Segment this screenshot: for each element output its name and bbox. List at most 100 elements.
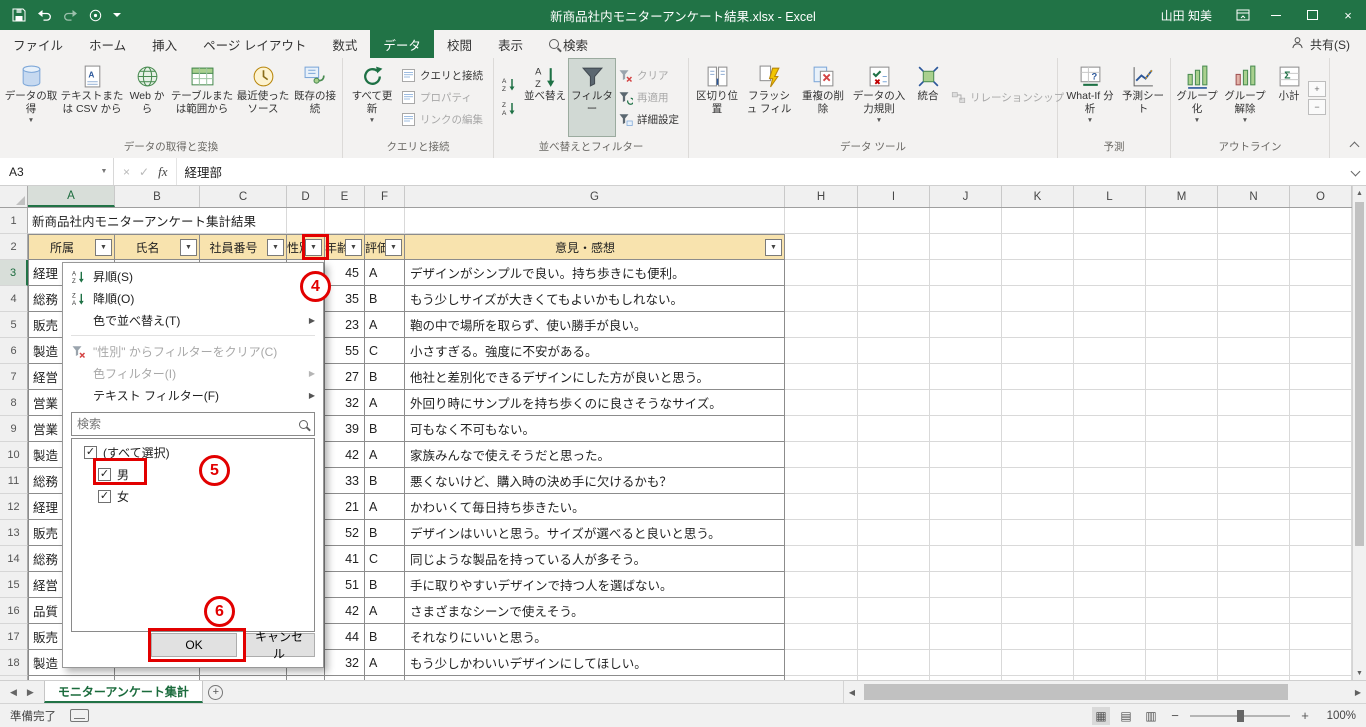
sort-button[interactable]: A Z 並べ替え [521,59,569,136]
cell-G18[interactable]: もう少しかわいいデザインにしてほしい。 [405,650,785,676]
tab-ホーム[interactable]: ホーム [76,30,139,58]
cell-G10[interactable]: 家族みんなで使えそうだと思った。 [405,442,785,468]
cell-F13[interactable]: B [365,520,405,546]
cell-H14[interactable] [785,546,858,572]
filter-dropdown-button-B[interactable]: ▼ [180,238,197,256]
cell-M3[interactable] [1146,260,1218,286]
cell-N6[interactable] [1218,338,1290,364]
enter-entry-icon[interactable]: ✓ [139,165,149,179]
cell-I2[interactable] [858,234,930,260]
cell-K3[interactable] [1002,260,1074,286]
cell-O14[interactable] [1290,546,1352,572]
cell-M7[interactable] [1146,364,1218,390]
cell-O4[interactable] [1290,286,1352,312]
filter-dropdown-button-E[interactable]: ▼ [345,238,362,256]
cell-L18[interactable] [1074,650,1146,676]
column-header-L[interactable]: L [1074,186,1146,207]
row-header-2[interactable]: 2 [0,234,28,260]
filter-dropdown-button-F[interactable]: ▼ [385,238,402,256]
cell-A1[interactable]: 新商品社内モニターアンケート集計結果 [28,208,287,234]
flash-fill-button[interactable]: フラッシュ フィル [742,59,796,136]
reapply-button[interactable]: 再適用 [615,87,685,108]
cell-F15[interactable]: B [365,572,405,598]
cell-F9[interactable]: B [365,416,405,442]
column-header-D[interactable]: D [287,186,325,207]
row-header-17[interactable]: 17 [0,624,28,650]
cell-L7[interactable] [1074,364,1146,390]
cell-K11[interactable] [1002,468,1074,494]
cell-J3[interactable] [930,260,1002,286]
cell-H16[interactable] [785,598,858,624]
filter-button[interactable]: フィルター [568,58,616,137]
cell-I4[interactable] [858,286,930,312]
cell-I6[interactable] [858,338,930,364]
cell-O12[interactable] [1290,494,1352,520]
page-break-view-button[interactable]: ▥ [1142,707,1160,725]
cell-H5[interactable] [785,312,858,338]
cell-F16[interactable]: A [365,598,405,624]
share-button[interactable]: 共有(S) [1275,30,1366,58]
recent-sources-button[interactable]: 最近使ったソース [235,59,291,136]
refresh-all-button[interactable]: すべて更新 ▼ [346,59,398,136]
cell-M15[interactable] [1146,572,1218,598]
menu-sort-descending[interactable]: Z A 降順(O) [63,287,323,309]
cell-K4[interactable] [1002,286,1074,312]
undo-icon[interactable] [37,9,52,21]
cell-J13[interactable] [930,520,1002,546]
cell-J10[interactable] [930,442,1002,468]
cell-K14[interactable] [1002,546,1074,572]
cell-H10[interactable] [785,442,858,468]
cell-F17[interactable]: B [365,624,405,650]
cell-N10[interactable] [1218,442,1290,468]
row-header-16[interactable]: 16 [0,598,28,624]
search-icon[interactable] [292,413,314,435]
cell-E14[interactable]: 41 [325,546,365,572]
name-box-dropdown-icon[interactable]: ▼ [95,158,114,185]
cell-M4[interactable] [1146,286,1218,312]
column-header-N[interactable]: N [1218,186,1290,207]
advanced-filter-button[interactable]: 詳細設定 [615,109,685,130]
menu-sort-by-color[interactable]: 色で並べ替え(T) ▶ [63,309,323,331]
from-web-button[interactable]: Web から [125,59,169,136]
cell-F1[interactable] [365,208,405,234]
cell-I18[interactable] [858,650,930,676]
cell-F7[interactable]: B [365,364,405,390]
cell-L4[interactable] [1074,286,1146,312]
maximize-button[interactable] [1294,0,1330,30]
zoom-slider-thumb[interactable] [1237,709,1244,722]
cell-I10[interactable] [858,442,930,468]
cell-D1[interactable] [287,208,325,234]
vertical-scrollbar[interactable]: ▲ ▼ [1352,186,1366,680]
normal-view-button[interactable]: ▦ [1092,706,1110,725]
user-name[interactable]: 山田 知美 [1161,7,1212,24]
cell-G7[interactable]: 他社と差別化できるデザインにした方が良いと思う。 [405,364,785,390]
row-header-15[interactable]: 15 [0,572,28,598]
cell-N5[interactable] [1218,312,1290,338]
cell-M2[interactable] [1146,234,1218,260]
cell-G14[interactable]: 同じような製品を持っている人が多そう。 [405,546,785,572]
cell-M6[interactable] [1146,338,1218,364]
cell-N14[interactable] [1218,546,1290,572]
cell-H17[interactable] [785,624,858,650]
cell-M16[interactable] [1146,598,1218,624]
cell-M18[interactable] [1146,650,1218,676]
formula-bar-value[interactable]: 経理部 [177,158,1344,185]
cell-M8[interactable] [1146,390,1218,416]
sort-descending-button[interactable]: ZA [498,99,520,121]
column-header-A[interactable]: A [28,186,115,207]
cell-O1[interactable] [1290,208,1352,234]
filter-dropdown-button-G[interactable]: ▼ [765,238,782,256]
forecast-sheet-button[interactable]: 予測シート [1119,59,1167,136]
cell-G16[interactable]: さまざまなシーンで使えそう。 [405,598,785,624]
cell-L2[interactable] [1074,234,1146,260]
cell-E18[interactable]: 32 [325,650,365,676]
cell-K5[interactable] [1002,312,1074,338]
cell-I5[interactable] [858,312,930,338]
cell-H12[interactable] [785,494,858,520]
cell-N3[interactable] [1218,260,1290,286]
cell-O15[interactable] [1290,572,1352,598]
cell-G3[interactable]: デザインがシンプルで良い。持ち歩きにも便利。 [405,260,785,286]
row-header-6[interactable]: 6 [0,338,28,364]
cell-K2[interactable] [1002,234,1074,260]
cell-I3[interactable] [858,260,930,286]
